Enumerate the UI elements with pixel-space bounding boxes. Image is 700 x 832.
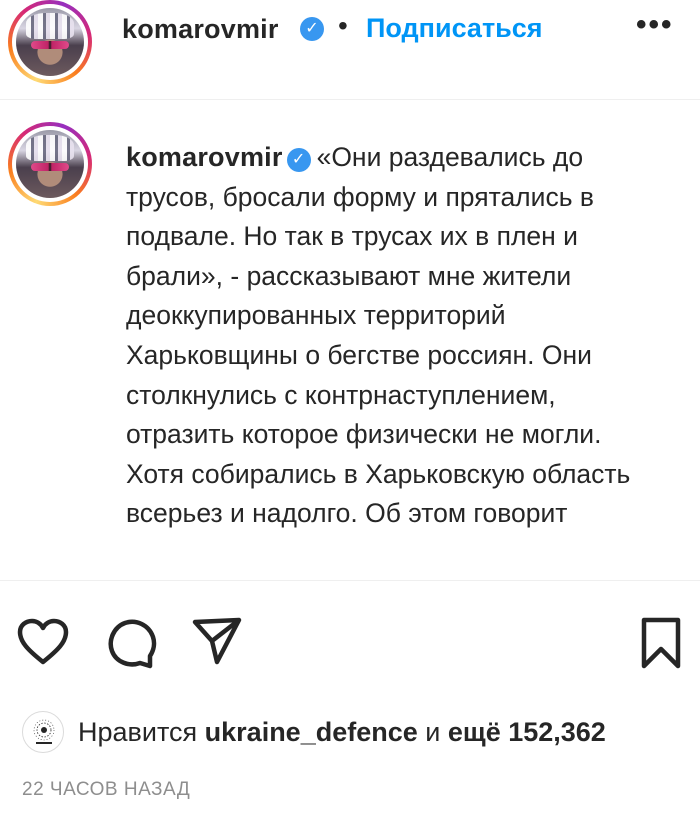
post-timestamp[interactable]: 22 ЧАСОВ НАЗАД [22, 779, 190, 801]
caption-author-avatar[interactable] [8, 122, 92, 206]
avatar-image [16, 8, 84, 76]
likes-row: Нравится ukraine_defence и ещё 152,362 [0, 705, 700, 755]
avatar-image [16, 130, 84, 198]
heart-icon[interactable] [16, 618, 70, 666]
likes-count[interactable]: ещё 152,362 [448, 717, 606, 747]
separator-dot: • [338, 10, 348, 41]
action-bar [0, 600, 700, 680]
verified-badge-icon: ✓ [300, 17, 324, 41]
likes-connector: и [425, 717, 441, 747]
author-avatar[interactable] [8, 0, 92, 84]
divider [0, 580, 700, 581]
follow-button[interactable]: Подписаться [366, 13, 543, 44]
caption-username[interactable]: komarovmir [126, 142, 283, 172]
likes-summary: Нравится ukraine_defence и ещё 152,362 [78, 717, 606, 748]
liker-logo-icon [33, 719, 55, 744]
caption: komarovmir ✓ «Они раздевались до трусов, б… [126, 138, 656, 578]
likes-prefix: Нравится [78, 717, 198, 747]
author-username[interactable]: komarovmir [122, 14, 279, 45]
more-options-icon[interactable]: ••• [636, 8, 674, 42]
post-header: komarovmir ✓ • Подписаться ••• [0, 0, 700, 100]
caption-text: «Они раздевались до трусов, бросали форм… [126, 142, 631, 529]
liker-avatar[interactable] [22, 711, 64, 753]
verified-badge-icon: ✓ [286, 148, 311, 172]
liker-username[interactable]: ukraine_defence [205, 717, 418, 747]
comment-icon[interactable] [104, 616, 158, 670]
bookmark-icon[interactable] [638, 616, 684, 670]
paper-plane-icon[interactable] [190, 614, 244, 668]
